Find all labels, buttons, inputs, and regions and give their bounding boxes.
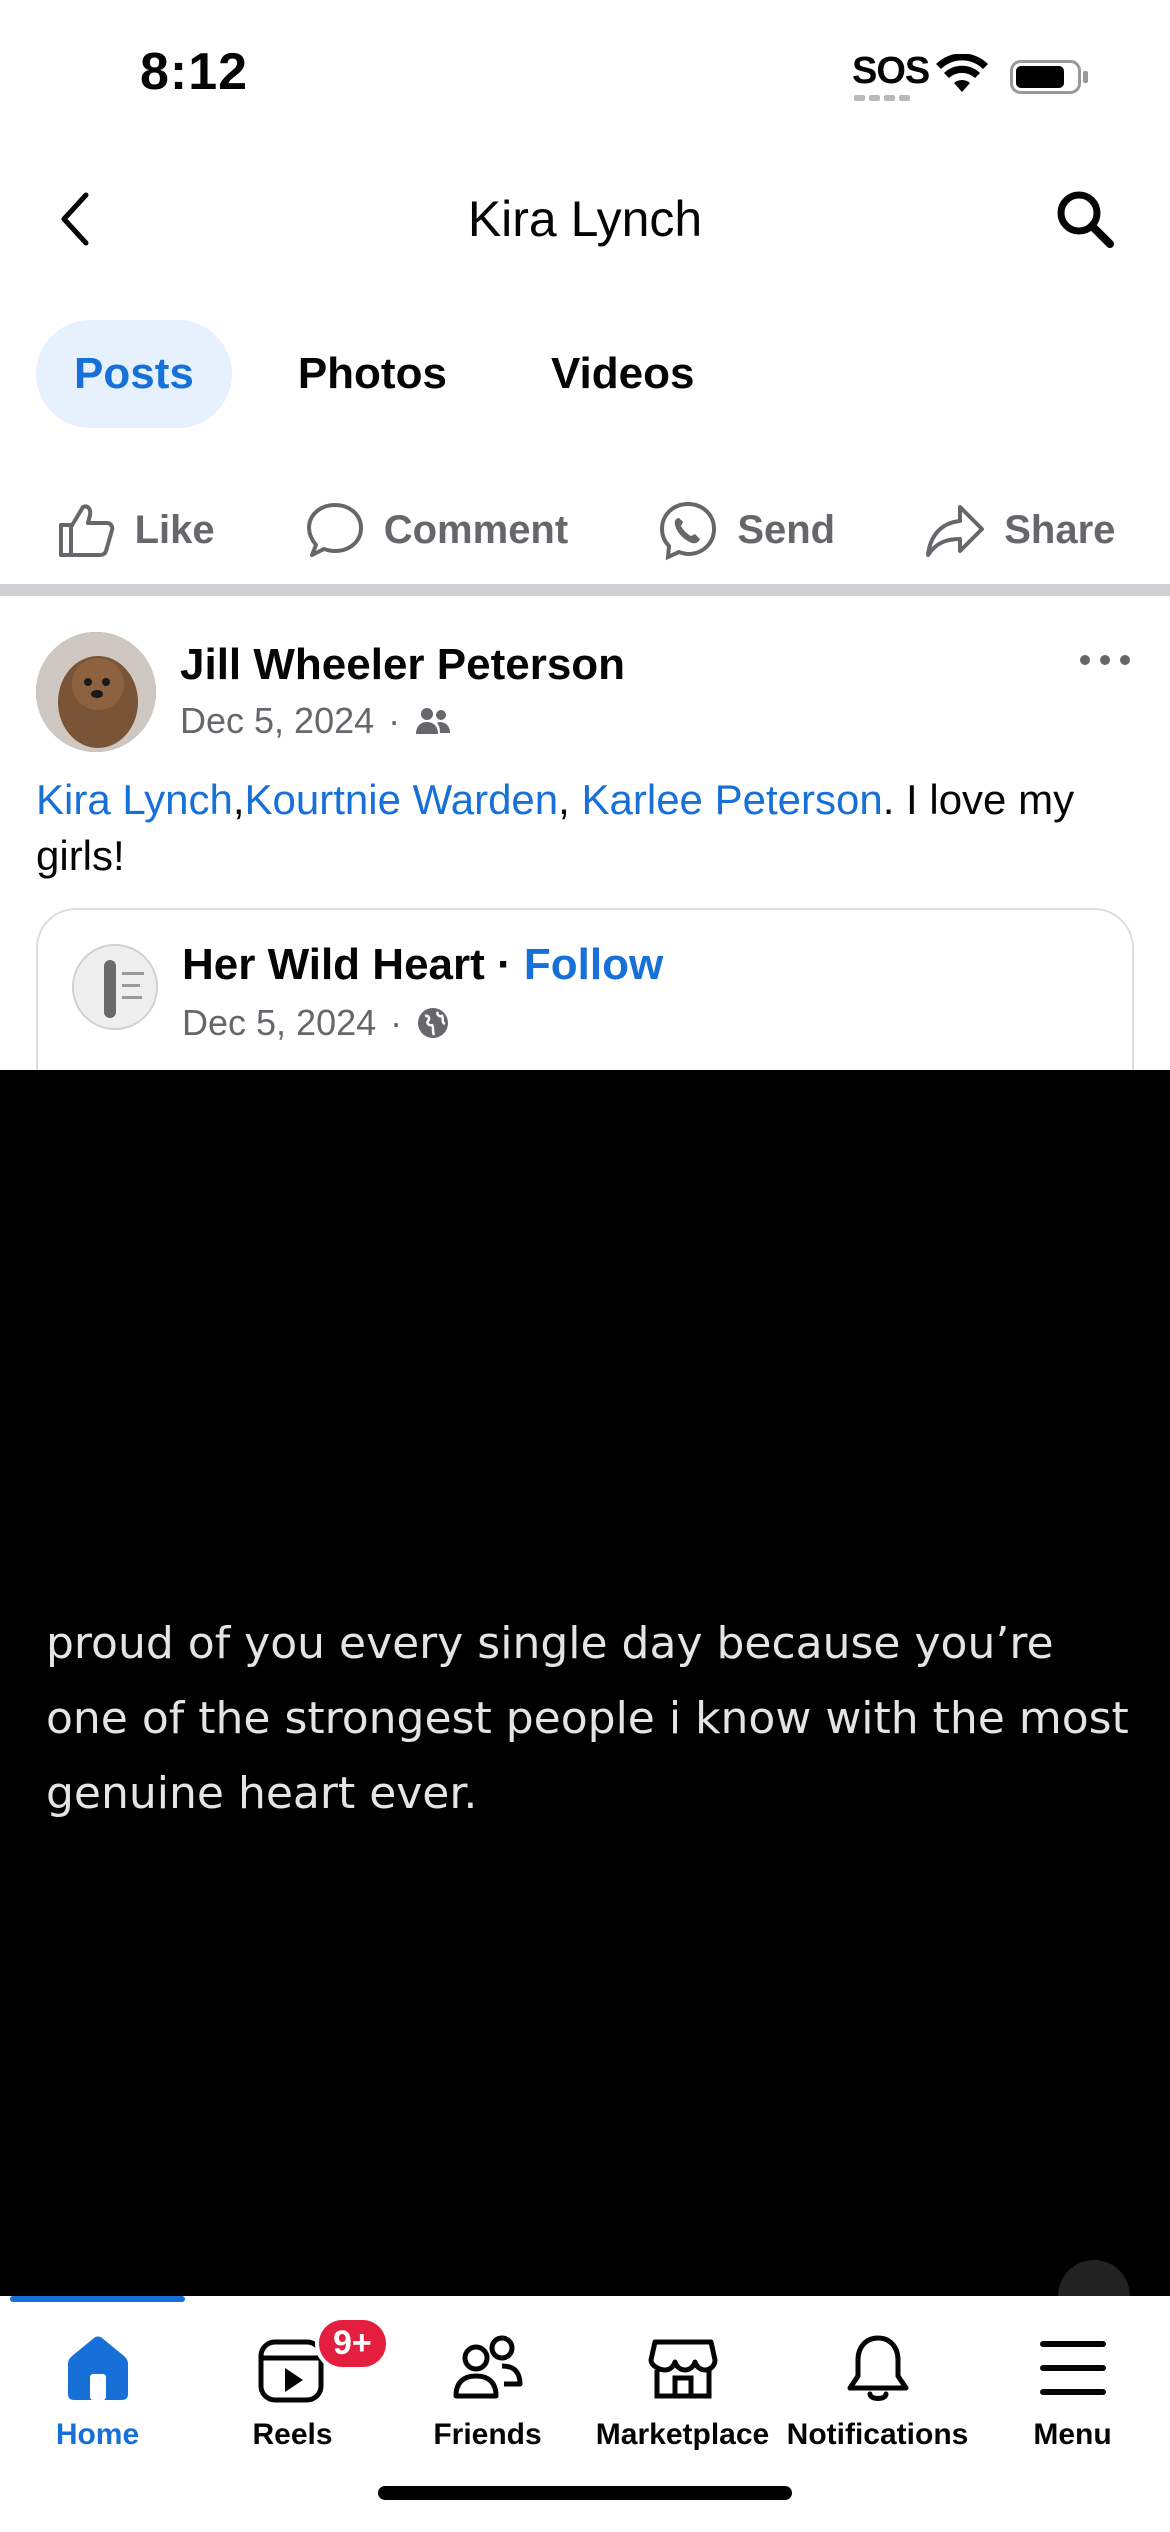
video-player[interactable]: proud of you every single day because yo… [0, 1070, 1170, 2332]
share-arrow-icon [926, 505, 985, 557]
post-action-bar: Like Comment Send Share [0, 480, 1170, 580]
shared-date: Dec 5, 2024 [182, 1002, 377, 1043]
nav-home-label: Home [55, 2418, 140, 2451]
thumbs-up-icon [58, 504, 114, 557]
section-divider [0, 584, 1170, 596]
send-label: Send [737, 507, 836, 552]
mention-karlee[interactable]: Karlee Peterson [582, 776, 883, 823]
share-button[interactable]: Share [924, 499, 1115, 561]
nav-friends-label: Friends [433, 2418, 542, 2451]
post-date: Dec 5, 2024 [180, 700, 375, 741]
tab-posts[interactable]: Posts [36, 320, 232, 428]
wifi-icon [936, 54, 988, 92]
tab-photos[interactable]: Photos [260, 320, 485, 428]
messenger-icon [660, 501, 717, 561]
tab-videos[interactable]: Videos [513, 320, 732, 428]
globe-icon [418, 1008, 449, 1038]
nav-marketplace[interactable]: Marketplace [585, 2330, 780, 2452]
home-icon [67, 2336, 128, 2400]
mention-kira[interactable]: Kira Lynch [36, 776, 233, 823]
active-tab-indicator [10, 2296, 185, 2302]
menu-icon [1039, 2341, 1106, 2395]
reels-badge: 9+ [315, 2316, 390, 2371]
shared-page-title: Her Wild Heart · Follow [182, 940, 663, 990]
nav-home[interactable]: Home [0, 2330, 195, 2452]
shared-page-name[interactable]: Her Wild Heart [182, 940, 485, 989]
like-button[interactable]: Like [55, 499, 215, 561]
nav-notifications-label: Notifications [786, 2418, 969, 2451]
search-button[interactable] [1050, 184, 1120, 254]
share-label: Share [1004, 507, 1116, 552]
mention-separator: , [232, 776, 245, 823]
post-more-button[interactable] [1075, 640, 1135, 680]
bell-icon [847, 2335, 908, 2401]
nav-reels-label: Reels [252, 2418, 333, 2451]
status-bar: 8:12 SOS [0, 0, 1170, 150]
battery-icon [1010, 60, 1088, 94]
nav-reels[interactable]: 9+ Reels [195, 2316, 390, 2452]
nav-menu[interactable]: Menu [975, 2330, 1170, 2452]
profile-tabs: Posts Photos Videos [36, 320, 732, 428]
author-avatar[interactable] [36, 632, 156, 752]
shared-meta: Dec 5, 2024 · [182, 1002, 450, 1044]
like-label: Like [134, 507, 215, 552]
nav-notifications[interactable]: Notifications [780, 2330, 975, 2452]
status-time: 8:12 [140, 43, 249, 101]
nav-marketplace-label: Marketplace [595, 2418, 770, 2451]
home-indicator [378, 2486, 792, 2500]
mention-kourtnie[interactable]: Kourtnie Warden [245, 776, 559, 823]
follow-button[interactable]: Follow [524, 940, 663, 989]
sos-indicator: SOS [852, 50, 930, 92]
post-author-name[interactable]: Jill Wheeler Peterson [180, 640, 625, 690]
shared-page-avatar[interactable] [72, 944, 158, 1030]
meta-separator: · [388, 700, 401, 741]
nav-menu-label: Menu [1033, 2418, 1112, 2451]
page-avatar-image [74, 946, 156, 1028]
post-meta: Dec 5, 2024 · [180, 700, 452, 742]
comment-icon [306, 503, 363, 557]
page-title: Kira Lynch [467, 191, 703, 247]
nav-friends[interactable]: Friends [390, 2330, 585, 2452]
avatar-dog-image [36, 632, 156, 752]
send-button[interactable]: Send [657, 499, 835, 561]
post-text: Kira Lynch,Kourtnie Warden, Karlee Peter… [36, 772, 1136, 884]
mention-separator: , [558, 776, 582, 823]
friends-icon [453, 2335, 522, 2399]
marketplace-icon [648, 2339, 717, 2399]
friends-icon [416, 708, 451, 734]
comment-label: Comment [383, 507, 569, 552]
search-icon [1057, 191, 1114, 248]
more-dots-icon [1080, 655, 1130, 665]
video-caption: proud of you every single day because yo… [46, 1618, 1129, 1819]
name-dot: · [484, 940, 524, 989]
signal-dots [854, 95, 910, 101]
meta-separator: · [390, 1002, 403, 1043]
comment-button[interactable]: Comment [304, 499, 568, 561]
profile-header: Kira Lynch [0, 150, 1170, 290]
